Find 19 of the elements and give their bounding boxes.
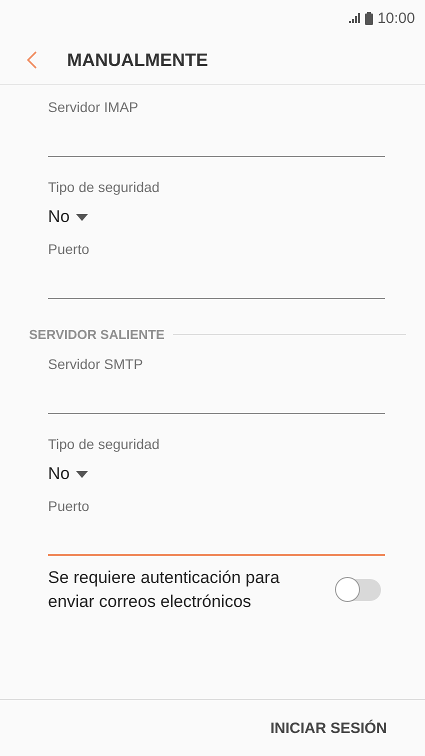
field-label: Puerto	[48, 241, 90, 257]
screen-title: MANUALMENTE	[67, 50, 208, 70]
field-label: Servidor SMTP	[48, 356, 144, 372]
field-label: Puerto	[48, 498, 90, 514]
status-time: 10:00	[377, 10, 415, 26]
signal-icon	[349, 13, 362, 23]
back-icon[interactable]	[27, 51, 37, 69]
caret-icon	[76, 214, 88, 220]
security-dropdown[interactable]: No	[48, 464, 88, 484]
sign-in-button[interactable]: INICIAR SESIÓN	[270, 714, 387, 742]
caret-icon	[76, 470, 88, 478]
field-label: Tipo de seguridad	[48, 436, 161, 452]
field-label: Servidor IMAP	[48, 99, 140, 115]
toggle-label: Se requiere autenticación para enviar correos electrónicos	[48, 567, 281, 613]
security-dropdown[interactable]: No	[48, 207, 88, 227]
battery-icon	[365, 12, 374, 24]
toggle-switch[interactable]	[337, 579, 381, 601]
field-label: Tipo de seguridad	[48, 179, 161, 195]
section-title: SERVIDOR SALIENTE	[29, 327, 165, 342]
